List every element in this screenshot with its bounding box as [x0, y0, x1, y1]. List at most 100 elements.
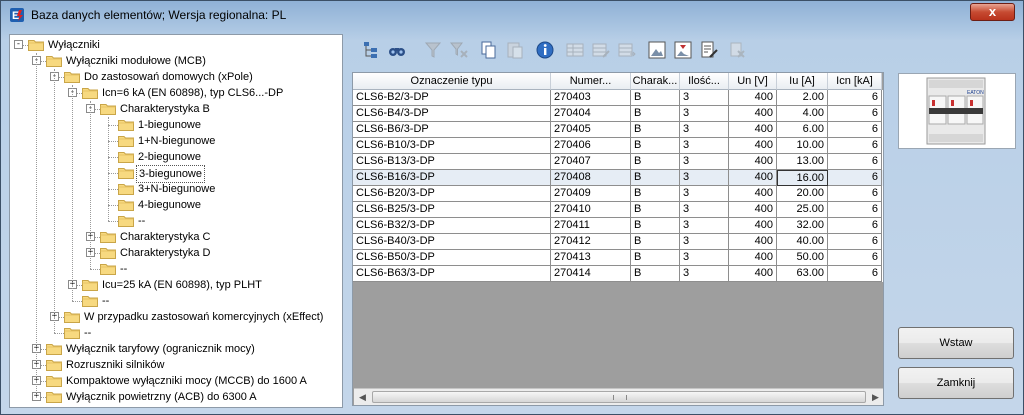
table-row[interactable]: CLS6-B40/3-DP 270412 B 3 400 40.00 6 — [353, 234, 883, 250]
table-cell: CLS6-B20/3-DP — [353, 186, 551, 202]
category-tree[interactable]: - Wyłączniki - Wyłączniki modułowe (MCB) - Do… — [9, 34, 343, 408]
tree-node[interactable]: -- — [10, 261, 340, 277]
header-number[interactable]: Numer... — [551, 73, 631, 90]
tree-node-label: 3+N-biegunowe — [138, 183, 216, 195]
insert-button[interactable]: Wstaw — [898, 327, 1014, 359]
table-cell: 50.00 — [777, 250, 828, 266]
tree-node[interactable]: + Icu=25 kA (EN 60898), typ PLHT — [10, 277, 340, 293]
table-cell: 2.00 — [777, 90, 828, 106]
close-window-button[interactable]: x — [970, 3, 1015, 21]
tree-node[interactable]: 1+N-biegunowe — [10, 133, 340, 149]
table-row[interactable]: CLS6-B20/3-DP 270409 B 3 400 20.00 6 — [353, 186, 883, 202]
table-edit-icon[interactable] — [590, 39, 612, 61]
scrollbar-thumb[interactable] — [372, 391, 866, 403]
table-row[interactable]: CLS6-B10/3-DP 270406 B 3 400 10.00 6 — [353, 138, 883, 154]
tree-node[interactable]: - Icn=6 kA (EN 60898), typ CLS6...-DP — [10, 85, 340, 101]
folder-icon — [82, 279, 98, 291]
tree-node[interactable]: 1-biegunowe — [10, 117, 340, 133]
tree-node-label: 4-biegunowe — [138, 199, 201, 211]
scroll-left-arrow-icon[interactable]: ◀ — [354, 389, 371, 405]
tree-view-icon[interactable] — [360, 39, 382, 61]
filter-clear-icon[interactable] — [448, 39, 470, 61]
folder-icon — [118, 119, 134, 131]
tree-node[interactable]: 3-biegunowe — [10, 165, 340, 183]
filter-icon[interactable] — [422, 39, 444, 61]
header-voltage[interactable]: Un [V] — [729, 73, 777, 90]
horizontal-scrollbar[interactable]: ◀ ▶ — [354, 388, 883, 405]
image-import-icon[interactable] — [672, 39, 694, 61]
tree-connector — [108, 117, 109, 221]
table-icon[interactable] — [564, 39, 586, 61]
table-cell: 3 — [680, 186, 729, 202]
table-cell: B — [631, 138, 680, 154]
folder-icon — [64, 327, 80, 339]
table-cell: CLS6-B50/3-DP — [353, 250, 551, 266]
table-row[interactable]: CLS6-B6/3-DP 270405 B 3 400 6.00 6 — [353, 122, 883, 138]
header-current[interactable]: Iu [A] — [777, 73, 828, 90]
copy-icon[interactable] — [478, 39, 500, 61]
table-arrow-icon[interactable] — [616, 39, 638, 61]
table-cell: CLS6-B32/3-DP — [353, 218, 551, 234]
image-export-icon[interactable] — [646, 39, 668, 61]
table-row[interactable]: CLS6-B16/3-DP 270408 B 3 400 16.00 6 — [353, 170, 883, 186]
table-row[interactable]: CLS6-B50/3-DP 270413 B 3 400 50.00 6 — [353, 250, 883, 266]
tree-node[interactable]: - Charakterystyka B — [10, 101, 340, 117]
tree-node[interactable]: 3+N-biegunowe — [10, 181, 340, 197]
table-cell: CLS6-B40/3-DP — [353, 234, 551, 250]
binoculars-icon[interactable] — [386, 39, 408, 61]
tree-node-label: -- — [120, 263, 128, 275]
collapse-icon[interactable]: - — [14, 40, 23, 49]
folder-icon — [64, 311, 80, 323]
tree-node[interactable]: + Charakterystyka C — [10, 229, 340, 245]
header-characteristic[interactable]: Charak... — [631, 73, 680, 90]
paste-icon[interactable] — [504, 39, 526, 61]
table-row[interactable]: CLS6-B32/3-DP 270411 B 3 400 32.00 6 — [353, 218, 883, 234]
table-row[interactable]: CLS6-B2/3-DP 270403 B 3 400 2.00 6 — [353, 90, 883, 106]
close-button[interactable]: Zamknij — [898, 367, 1014, 399]
table-row[interactable]: CLS6-B63/3-DP 270414 B 3 400 63.00 6 — [353, 266, 883, 282]
product-table[interactable]: Oznaczenie typu Numer... Charak... Ilość...… — [352, 72, 884, 406]
info-icon[interactable] — [534, 39, 556, 61]
tree-node[interactable]: -- — [10, 293, 340, 309]
tree-node[interactable]: -- — [10, 325, 340, 341]
table-cell: 6 — [828, 154, 882, 170]
header-breaking-capacity[interactable]: Icn [kA] — [828, 73, 882, 90]
scroll-right-arrow-icon[interactable]: ▶ — [867, 389, 883, 405]
table-row[interactable]: CLS6-B4/3-DP 270404 B 3 400 4.00 6 — [353, 106, 883, 122]
tree-node[interactable]: + Rozruszniki silników — [10, 357, 340, 373]
brand-logo-text: EATON — [967, 90, 984, 96]
table-cell: 3 — [680, 138, 729, 154]
table-cell: 32.00 — [777, 218, 828, 234]
tree-node-label: 1-biegunowe — [138, 119, 201, 131]
tree-node[interactable]: -- — [10, 213, 340, 229]
tree-node[interactable]: + Kompaktowe wyłączniki mocy (MCCB) do 16… — [10, 373, 340, 389]
tree-node[interactable]: + Charakterystyka D — [10, 245, 340, 261]
grid-toolbar — [352, 36, 892, 66]
tree-node-label: 1+N-biegunowe — [138, 135, 216, 147]
table-cell: 270404 — [551, 106, 631, 122]
folder-icon — [82, 87, 98, 99]
document-edit-icon[interactable] — [698, 39, 720, 61]
tree-node[interactable]: + Wyłącznik taryfowy (ogranicznik mocy) — [10, 341, 340, 357]
table-row[interactable]: CLS6-B25/3-DP 270410 B 3 400 25.00 6 — [353, 202, 883, 218]
tree-node-label: Icu=25 kA (EN 60898), typ PLHT — [102, 279, 262, 291]
header-type-designation[interactable]: Oznaczenie typu — [353, 73, 551, 90]
tree-node[interactable]: - Wyłączniki — [10, 37, 340, 53]
title-bar[interactable]: E Baza danych elementów; Wersja regional… — [1, 1, 1023, 29]
table-cell: 6 — [828, 266, 882, 282]
tree-node-label: -- — [84, 327, 92, 339]
tree-node[interactable]: - Wyłączniki modułowe (MCB) — [10, 53, 340, 69]
tree-node[interactable]: 2-biegunowe — [10, 149, 340, 165]
table-row[interactable]: CLS6-B13/3-DP 270407 B 3 400 13.00 6 — [353, 154, 883, 170]
tree-node[interactable]: + Wyłącznik powietrzny (ACB) do 6300 A — [10, 389, 340, 405]
tree-node[interactable]: + W przypadku zastosowań komercyjnych (xE… — [10, 309, 340, 325]
delete-icon[interactable] — [726, 39, 748, 61]
tree-node[interactable]: - Do zastosowań domowych (xPole) — [10, 69, 340, 85]
folder-icon — [46, 359, 62, 371]
table-cell: 3 — [680, 154, 729, 170]
tree-node[interactable]: 4-biegunowe — [10, 197, 340, 213]
table-cell: 6 — [828, 250, 882, 266]
table-cell: 270408 — [551, 170, 631, 186]
header-quantity[interactable]: Ilość... — [680, 73, 729, 90]
table-cell: 400 — [729, 202, 777, 218]
